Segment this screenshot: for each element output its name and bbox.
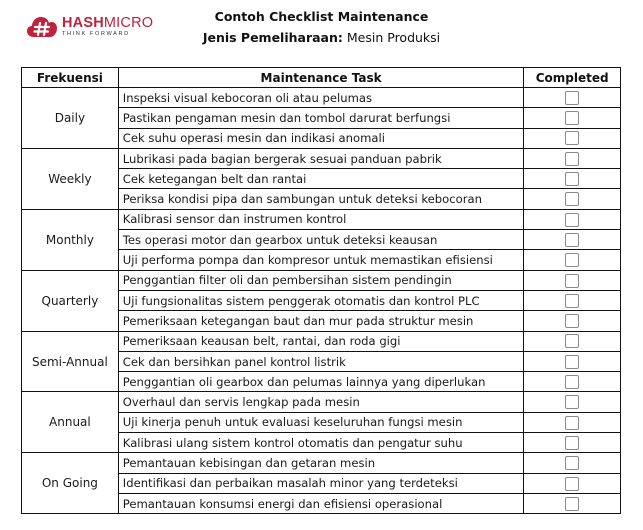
task-cell: Pemeriksaan keausan belt, rantai, dan ro… xyxy=(117,330,525,352)
table-row: Semi-Annual Pemeriksaan keausan belt, ran… xyxy=(21,330,621,393)
table-row: Daily Inspeksi visual kebocoran oli atau … xyxy=(21,86,621,149)
completed-checkbox[interactable] xyxy=(565,232,580,247)
completed-checkbox[interactable] xyxy=(565,476,580,491)
task-cell: Pemantauan kebisingan dan getaran mesin xyxy=(117,452,525,474)
checklist-page: HASHMICRO THINK FORWARD Contoh Checklist… xyxy=(0,0,643,530)
task-cell: Kalibrasi sensor dan instrumen kontrol xyxy=(117,208,525,231)
frequency-cell: Semi-Annual xyxy=(21,330,119,393)
completed-checkbox[interactable] xyxy=(565,354,580,369)
table-body: Daily Inspeksi visual kebocoran oli atau … xyxy=(21,86,621,515)
table-row: On Going Pemantauan kebisingan dan getara… xyxy=(21,452,621,515)
completed-checkbox[interactable] xyxy=(565,293,580,308)
completed-cell xyxy=(523,411,621,434)
task-cell: Tes operasi motor dan gearbox untuk dete… xyxy=(117,229,525,251)
completed-cell xyxy=(523,107,621,129)
header-completed: Completed xyxy=(523,67,621,88)
subtitle-value: Mesin Produksi xyxy=(346,30,441,45)
completed-cell xyxy=(523,249,621,271)
task-cell: Cek ketegangan belt dan rantai xyxy=(117,168,525,190)
completed-checkbox[interactable] xyxy=(565,192,580,207)
completed-checkbox[interactable] xyxy=(565,111,580,126)
task-cell: Cek suhu operasi mesin dan indikasi anom… xyxy=(117,127,525,149)
header-maintenance-task: Maintenance Task xyxy=(117,67,525,88)
task-cell: Kalibrasi ulang sistem kontrol otomatis … xyxy=(117,432,525,454)
completed-checkbox[interactable] xyxy=(565,253,580,268)
table-header-row: Frekuensi Maintenance Task Completed xyxy=(21,67,621,88)
completed-checkbox[interactable] xyxy=(565,496,580,511)
completed-cell xyxy=(523,492,621,515)
page-subtitle: Jenis Pemeliharaan: Mesin Produksi xyxy=(0,30,643,45)
completed-checkbox[interactable] xyxy=(565,131,580,146)
completed-cell xyxy=(523,289,621,312)
frequency-cell: Daily xyxy=(21,87,119,149)
completed-cell xyxy=(523,310,621,332)
completed-cell xyxy=(523,147,621,170)
completed-cell xyxy=(523,86,621,109)
task-cell: Pemantauan konsumsi energi dan efisiensi… xyxy=(117,492,525,515)
maintenance-checklist-table: Frekuensi Maintenance Task Completed Dai… xyxy=(21,67,621,515)
completed-cell xyxy=(523,269,621,291)
completed-cell xyxy=(523,371,621,393)
frequency-cell: Monthly xyxy=(21,208,119,271)
completed-checkbox[interactable] xyxy=(565,90,580,105)
completed-checkbox[interactable] xyxy=(565,172,580,187)
table-row: Annual Overhaul dan servis lengkap pada m… xyxy=(21,391,621,454)
completed-checkbox[interactable] xyxy=(565,435,580,450)
completed-checkbox[interactable] xyxy=(565,334,580,349)
completed-cell xyxy=(523,452,621,474)
header-frequency: Frekuensi xyxy=(21,67,119,88)
table-row: Weekly Lubrikasi pada bagian bergerak ses… xyxy=(21,147,621,210)
task-cell: Uji kinerja penuh untuk evaluasi keselur… xyxy=(117,411,525,434)
completed-cell xyxy=(523,432,621,454)
task-cell: Pemeriksaan ketegangan baut dan mur pada… xyxy=(117,310,525,332)
completed-cell xyxy=(523,168,621,190)
table-row: Monthly Kalibrasi sensor dan instrumen ko… xyxy=(21,208,621,271)
task-cell: Penggantian oli gearbox dan pelumas lain… xyxy=(117,371,525,393)
completed-cell xyxy=(523,188,621,210)
table-row: Quarterly Penggantian filter oli dan pemb… xyxy=(21,269,621,332)
frequency-cell: Annual xyxy=(21,391,119,454)
task-cell: Periksa kondisi pipa dan sambungan untuk… xyxy=(117,188,525,210)
completed-cell xyxy=(523,229,621,251)
completed-checkbox[interactable] xyxy=(565,151,580,166)
task-cell: Penggantian filter oli dan pembersihan s… xyxy=(117,269,525,291)
completed-checkbox[interactable] xyxy=(565,415,580,430)
task-cell: Lubrikasi pada bagian bergerak sesuai pa… xyxy=(117,147,525,170)
completed-cell xyxy=(523,127,621,149)
task-cell: Cek dan bersihkan panel kontrol listrik xyxy=(117,350,525,373)
task-cell: Identifikasi dan perbaikan masalah minor… xyxy=(117,472,525,494)
page-title: Contoh Checklist Maintenance xyxy=(214,9,429,24)
task-cell: Inspeksi visual kebocoran oli atau pelum… xyxy=(117,86,525,109)
completed-checkbox[interactable] xyxy=(565,395,580,410)
task-cell: Overhaul dan servis lengkap pada mesin xyxy=(117,391,525,413)
completed-checkbox[interactable] xyxy=(565,212,580,227)
completed-checkbox[interactable] xyxy=(565,456,580,471)
completed-cell xyxy=(523,330,621,352)
task-cell: Uji fungsionalitas sistem penggerak otom… xyxy=(117,289,525,312)
completed-checkbox[interactable] xyxy=(565,273,580,288)
frequency-cell: Quarterly xyxy=(21,269,119,332)
frequency-cell: Weekly xyxy=(21,147,119,210)
subtitle-label: Jenis Pemeliharaan: xyxy=(202,30,343,45)
task-cell: Pastikan pengaman mesin dan tombol darur… xyxy=(117,107,525,129)
task-cell: Uji performa pompa dan kompresor untuk m… xyxy=(117,249,525,271)
completed-cell xyxy=(523,391,621,413)
completed-cell xyxy=(523,208,621,231)
frequency-cell: On Going xyxy=(21,452,119,515)
completed-checkbox[interactable] xyxy=(565,314,580,329)
completed-cell xyxy=(523,350,621,373)
completed-cell xyxy=(523,472,621,494)
completed-checkbox[interactable] xyxy=(565,375,580,390)
